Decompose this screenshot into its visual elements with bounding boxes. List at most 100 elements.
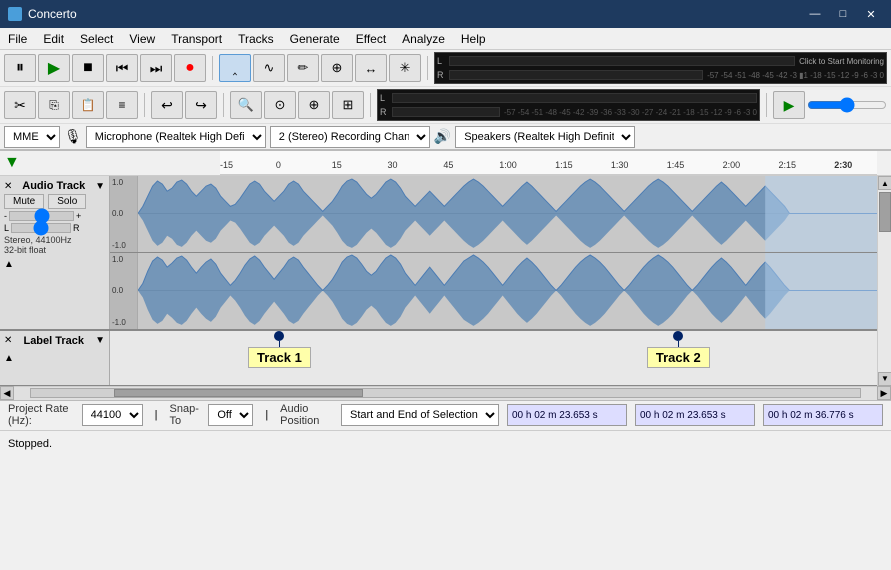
minimize-button[interactable]: — <box>803 4 827 24</box>
multi-tool-button[interactable]: ✳ <box>389 54 421 82</box>
waveform-svg-top <box>138 176 877 252</box>
status-bar: Stopped. <box>0 430 891 458</box>
zoom-in-button[interactable]: ⊕ <box>298 91 330 119</box>
time-display-1[interactable] <box>507 404 627 426</box>
audio-track-menu[interactable]: ▼ <box>95 181 105 192</box>
scroll-down-button[interactable]: ▼ <box>878 372 891 386</box>
menu-file[interactable]: File <box>0 28 35 49</box>
label-track-close[interactable]: ✕ <box>4 335 12 346</box>
track1-marker[interactable]: Track 1 <box>248 331 311 368</box>
scroll-thumb[interactable] <box>879 192 891 232</box>
sep3 <box>144 93 145 117</box>
click-to-monitor[interactable]: Click to Start Monitoring <box>799 57 884 66</box>
time-display-3[interactable] <box>763 404 883 426</box>
stop-button[interactable]: ■ <box>72 54 104 82</box>
slide-tool-button[interactable]: ↔ <box>355 54 387 82</box>
envelope-tool-button[interactable]: ∿ <box>253 54 285 82</box>
vu-row2-r: R -57 -54 -51 -48 -45 -42 -39 -36 -33 -3… <box>380 105 757 119</box>
vu-scale-numbers: -57 -54 -51 -48 -45 -42 -3 ▮1 -18 -15 -1… <box>707 71 884 80</box>
audio-position-label: Audio Position <box>280 403 333 427</box>
close-button[interactable]: ✕ <box>859 4 883 24</box>
scale-top-m1: -1.0 <box>112 241 135 250</box>
top-channel: 1.0 0.0 -1.0 <box>110 176 877 252</box>
skip-fwd-button[interactable]: ⏭ <box>140 54 172 82</box>
skip-back-button[interactable]: ⏮ <box>106 54 138 82</box>
menu-edit[interactable]: Edit <box>35 28 72 49</box>
menu-generate[interactable]: Generate <box>282 28 348 49</box>
title-bar-left: Concerto <box>8 7 77 21</box>
horizontal-scrollbar[interactable]: ◀ ▶ <box>0 386 891 400</box>
playback-speed-slider[interactable] <box>807 97 887 113</box>
undo-button[interactable]: ↩ <box>151 91 183 119</box>
record-button[interactable]: ● <box>174 54 206 82</box>
pan-slider[interactable] <box>11 223 71 233</box>
speaker-select[interactable]: Speakers (Realtek High Definiti... <box>455 126 635 148</box>
label-track-collapse[interactable]: ▲ <box>4 353 105 364</box>
cut-button[interactable]: ✂ <box>4 91 36 119</box>
channels-select[interactable]: 2 (Stereo) Recording Channels <box>270 126 430 148</box>
scroll-right-button[interactable]: ▶ <box>877 386 891 400</box>
transport-toolbar: ⏸ ▶ ■ ⏮ ⏭ ● ‸ ∿ ✏ ⊕ ↔ ✳ L Click to Start… <box>0 50 891 87</box>
zoom-tool-button[interactable]: ⊕ <box>321 54 353 82</box>
scroll-left-button[interactable]: ◀ <box>0 386 14 400</box>
sep4 <box>223 93 224 117</box>
menu-help[interactable]: Help <box>453 28 494 49</box>
pause-button[interactable]: ⏸ <box>4 54 36 82</box>
scale-top-1: 1.0 <box>112 178 135 187</box>
playhead-arrow[interactable]: ▼ <box>4 154 20 172</box>
track-area-wrapper: ✕ Audio Track ▼ Mute Solo - + L <box>0 176 891 386</box>
select-tool-button[interactable]: ‸ <box>219 54 251 82</box>
maximize-button[interactable]: □ <box>831 4 855 24</box>
microphone-select[interactable]: Microphone (Realtek High Defini... <box>86 126 266 148</box>
vu-scale2-numbers: -57 -54 -51 -48 -45 -42 -39 -36 -33 -30 … <box>504 108 757 117</box>
zoom-out-button[interactable]: 🔍 <box>230 91 262 119</box>
zoom-sel-button[interactable]: ⊞ <box>332 91 364 119</box>
menu-analyze[interactable]: Analyze <box>394 28 453 49</box>
bottom-channel: 1.0 0.0 -1.0 <box>110 252 877 329</box>
pan-left-label: L <box>4 223 9 233</box>
scroll-up-button[interactable]: ▲ <box>878 176 891 190</box>
position-display-select[interactable]: Start and End of Selection <box>341 404 499 426</box>
draw-tool-button[interactable]: ✏ <box>287 54 319 82</box>
scale-bot-1: 1.0 <box>112 255 135 264</box>
vu2-bar-l <box>392 93 757 103</box>
host-select[interactable]: MME <box>4 126 60 148</box>
scroll-track[interactable] <box>878 190 891 372</box>
solo-button[interactable]: Solo <box>48 194 86 209</box>
menu-tracks[interactable]: Tracks <box>230 28 282 49</box>
play-button[interactable]: ▶ <box>38 54 70 82</box>
menu-effect[interactable]: Effect <box>348 28 394 49</box>
vu-row2-l: L <box>380 91 757 105</box>
ruler-left-pad: ▼ <box>0 151 110 175</box>
audio-track-close[interactable]: ✕ <box>4 181 12 192</box>
paste-button[interactable]: 📋 <box>72 91 104 119</box>
mute-button[interactable]: Mute <box>4 194 44 209</box>
stereo-info: Stereo, 44100Hz 32-bit float <box>4 235 105 255</box>
toolbar-area: ⏸ ▶ ■ ⏮ ⏭ ● ‸ ∿ ✏ ⊕ ↔ ✳ L Click to Start… <box>0 50 891 151</box>
vertical-scrollbar[interactable]: ▲ ▼ <box>877 176 891 386</box>
h-scroll-thumb[interactable] <box>114 389 363 397</box>
track2-dot <box>673 331 683 341</box>
redo-button[interactable]: ↪ <box>185 91 217 119</box>
track2-label: Track 2 <box>647 347 710 368</box>
copy-button[interactable]: ⎘ <box>38 91 70 119</box>
sep1 <box>212 56 213 80</box>
label-track-menu[interactable]: ▼ <box>95 335 105 346</box>
track1-dot <box>274 331 284 341</box>
time-display-2[interactable] <box>635 404 755 426</box>
track2-marker[interactable]: Track 2 <box>647 331 710 368</box>
trim-button[interactable]: ≡ <box>106 91 138 119</box>
audio-track-collapse[interactable]: ▲ <box>4 259 105 270</box>
menu-view[interactable]: View <box>121 28 163 49</box>
zoom-fit-button[interactable]: ⊙ <box>264 91 296 119</box>
scale-bot-m1: -1.0 <box>112 318 135 327</box>
pb-play-button[interactable]: ▶ <box>773 91 805 119</box>
sep6 <box>766 93 767 117</box>
waveform-top <box>138 176 877 252</box>
menu-transport[interactable]: Transport <box>163 28 230 49</box>
project-rate-select[interactable]: 44100 <box>82 404 143 426</box>
h-scroll-track[interactable] <box>30 388 861 398</box>
snap-to-select[interactable]: Off <box>208 404 253 426</box>
menu-select[interactable]: Select <box>72 28 121 49</box>
label-track-controls: ✕ Label Track ▼ ▲ <box>0 331 110 385</box>
